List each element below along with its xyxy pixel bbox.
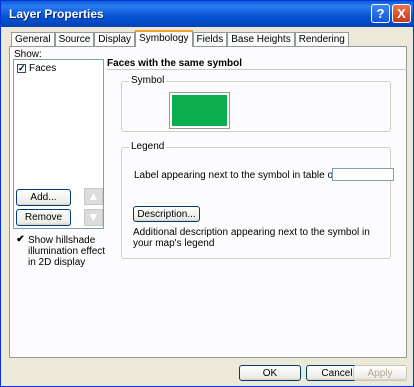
renderer-heading: Faces with the same symbol bbox=[107, 58, 407, 70]
tab-source[interactable]: Source bbox=[54, 32, 95, 47]
hillshade-label: Show hillshade illumination effect in 2D… bbox=[28, 235, 106, 268]
ok-button[interactable]: OK bbox=[239, 365, 301, 381]
close-button[interactable]: X bbox=[392, 4, 411, 23]
layer-properties-dialog: Layer Properties ? X General Source Disp… bbox=[0, 0, 414, 387]
tab-rendering[interactable]: Rendering bbox=[294, 32, 349, 47]
remove-button[interactable]: Remove bbox=[16, 209, 71, 226]
add-button[interactable]: Add... bbox=[16, 189, 71, 206]
hillshade-checkbox[interactable]: ✔ bbox=[16, 235, 25, 245]
title-bar: Layer Properties ? X bbox=[1, 1, 413, 27]
faces-checkbox[interactable]: ✓ bbox=[17, 64, 26, 73]
symbol-label-field[interactable] bbox=[332, 168, 394, 181]
tab-strip: General Source Display Symbology Fields … bbox=[11, 30, 349, 47]
list-item-faces[interactable]: ✓ Faces bbox=[17, 63, 56, 74]
legend-group-label: Legend bbox=[129, 141, 167, 152]
tab-general[interactable]: General bbox=[11, 32, 55, 47]
tab-fields[interactable]: Fields bbox=[192, 32, 228, 47]
down-arrow-icon[interactable]: ▼ bbox=[84, 209, 103, 226]
tab-base-heights[interactable]: Base Heights bbox=[227, 32, 295, 47]
up-arrow-icon[interactable]: ▲ bbox=[84, 188, 103, 205]
window-title: Layer Properties bbox=[9, 7, 104, 21]
list-item-label: Faces bbox=[29, 63, 57, 74]
symbol-group: Symbol bbox=[121, 75, 391, 132]
tab-display[interactable]: Display bbox=[94, 32, 136, 47]
symbology-panel: Show: ✓ Faces Add... ▲ Remove ▼ ✔ Show h… bbox=[9, 46, 407, 358]
symbol-group-label: Symbol bbox=[129, 75, 167, 86]
apply-button[interactable]: Apply bbox=[353, 365, 407, 381]
description-help-text: Additional description appearing next to… bbox=[133, 227, 370, 249]
help-button[interactable]: ? bbox=[371, 4, 390, 23]
legend-group: Legend Label appearing next to the symbo… bbox=[121, 141, 394, 259]
symbol-swatch[interactable] bbox=[169, 92, 230, 129]
tab-symbology[interactable]: Symbology bbox=[135, 30, 193, 47]
description-button[interactable]: Description... bbox=[133, 206, 200, 222]
